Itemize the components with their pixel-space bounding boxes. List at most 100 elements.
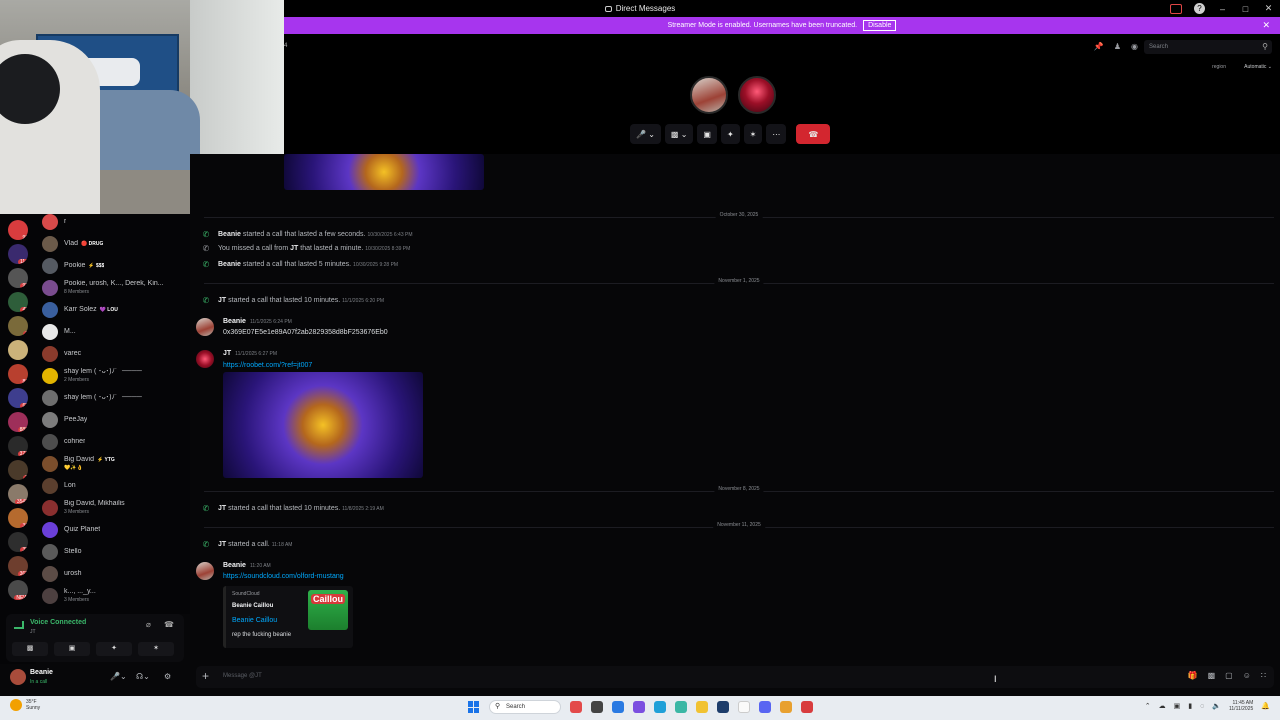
dm-item[interactable]: Karr Solez 💜 LOU <box>42 300 190 320</box>
upload-plus-icon[interactable]: + <box>202 669 209 683</box>
dm-item[interactable]: Lon <box>42 476 190 496</box>
disable-streamer-mode-button[interactable]: Disable <box>863 20 897 31</box>
discord-icon[interactable] <box>759 701 771 713</box>
dm-item[interactable]: cohner <box>42 432 190 452</box>
call-log-author[interactable]: JT <box>218 297 226 304</box>
network-icon[interactable]: ☁ <box>1159 702 1166 710</box>
notepad-icon[interactable] <box>738 701 750 713</box>
call-log-author[interactable]: JT <box>218 541 226 548</box>
server-icon[interactable]: 86 <box>8 364 28 384</box>
user-profile-icon[interactable]: ◉ <box>1131 42 1138 51</box>
wifi-icon[interactable]: ◌ <box>1200 703 1204 710</box>
volume-icon[interactable]: 🔈 <box>1212 702 1221 710</box>
dm-item[interactable]: Pookie, urosh, K..., Derek, Kin... 8 Memb… <box>42 278 190 298</box>
server-icon[interactable]: 43 <box>8 292 28 312</box>
minimize-button[interactable]: – <box>1211 4 1234 14</box>
banner-close-icon[interactable]: ✕ <box>1262 20 1270 31</box>
app-icon[interactable] <box>570 701 582 713</box>
avatar[interactable] <box>10 669 26 685</box>
display-icon[interactable]: ▣ <box>1174 702 1181 710</box>
call-participant-beanie-avatar[interactable] <box>690 76 728 114</box>
sticker-icon[interactable]: ▢ <box>1225 671 1233 680</box>
dm-item[interactable]: varec <box>42 344 190 364</box>
inbox-icon[interactable] <box>1170 3 1182 14</box>
camera-button[interactable]: ▩ ⌄ <box>664 124 694 144</box>
image-attachment[interactable] <box>223 372 423 478</box>
embed-title[interactable]: Beanie Caillou <box>232 617 277 624</box>
app-icon[interactable] <box>717 701 729 713</box>
author-name[interactable]: Beanie <box>223 562 246 569</box>
server-icon[interactable]: 90 <box>8 220 28 240</box>
soundboard-button[interactable]: ✶ <box>743 124 763 144</box>
more-options-button[interactable]: ⋯ <box>766 124 787 144</box>
apps-icon[interactable]: ∷ <box>1261 671 1266 680</box>
server-icon[interactable]: 889 <box>8 412 28 432</box>
dm-item[interactable]: Vlad 🔴 DRUG <box>42 234 190 254</box>
call-log-author[interactable]: Beanie <box>218 261 241 268</box>
teams-icon[interactable] <box>633 701 645 713</box>
emoji-icon[interactable]: ☺ <box>1243 671 1251 680</box>
server-icon[interactable]: 377 <box>8 436 28 456</box>
chevron-up-icon[interactable]: ⌃ <box>1145 702 1151 710</box>
search-input[interactable]: Search ⚲ <box>1144 40 1272 54</box>
dm-item[interactable]: Pookie ⚡ $$$ <box>42 256 190 276</box>
call-log-author[interactable]: Beanie <box>218 231 241 238</box>
message-link[interactable]: https://roobet.com/?ref=jt007 <box>223 362 312 369</box>
task-view-icon[interactable] <box>591 701 603 713</box>
chrome-icon[interactable] <box>780 701 792 713</box>
server-icon[interactable]: 2 <box>8 460 28 480</box>
dm-item[interactable]: shay lem ( ･ᴗ･)ﾉ゛──── 2 Members <box>42 366 190 386</box>
clock[interactable]: 11:45 AM 11/11/2025 <box>1229 700 1253 712</box>
server-icon[interactable] <box>8 340 28 360</box>
dm-item[interactable]: Stello <box>42 542 190 562</box>
dm-item[interactable]: Big David ⚡ YTG 💛✨👌 <box>42 454 190 474</box>
disconnect-call-button[interactable]: ☎ <box>796 124 831 144</box>
call-log-author[interactable]: JT <box>290 245 298 252</box>
avatar[interactable] <box>196 562 214 580</box>
server-icon[interactable]: 3545 <box>8 484 28 504</box>
file-explorer-icon[interactable] <box>696 701 708 713</box>
server-icon[interactable]: 93 <box>8 268 28 288</box>
embed-thumbnail[interactable]: Caillou <box>308 590 348 630</box>
add-friends-icon[interactable]: ♟ <box>1114 42 1121 51</box>
author-name[interactable]: JT <box>223 350 231 357</box>
edge-icon[interactable] <box>612 701 624 713</box>
avatar[interactable] <box>196 318 214 336</box>
microphone-icon[interactable]: 🎤⌄ <box>110 672 127 681</box>
call-log-author[interactable]: JT <box>218 505 226 512</box>
dm-item[interactable]: urosh <box>42 564 190 584</box>
notifications-icon[interactable]: 🔔 <box>1261 702 1270 710</box>
dm-item[interactable]: r <box>42 214 190 232</box>
help-icon[interactable]: ? <box>1194 3 1205 14</box>
server-icon[interactable]: 1 <box>8 316 28 336</box>
disconnect-icon[interactable]: ☎ <box>164 620 174 629</box>
close-button[interactable]: ✕ <box>1257 3 1280 14</box>
avatar[interactable] <box>196 350 214 368</box>
pin-icon[interactable]: 📌 <box>1094 42 1104 51</box>
gif-icon[interactable]: ▩ <box>1208 671 1216 680</box>
message-input[interactable]: Message @JT <box>223 673 262 679</box>
call-participant-jt-avatar[interactable] <box>738 76 776 114</box>
server-icon[interactable]: 35 <box>8 532 28 552</box>
partial-image-attachment[interactable] <box>284 154 484 190</box>
server-icon[interactable]: 362 <box>8 556 28 576</box>
dm-item[interactable]: Quiz Planet <box>42 520 190 540</box>
dm-item[interactable]: shay lem ( ･ᴗ･)ﾉ゛──── <box>42 388 190 408</box>
windows-start-icon[interactable] <box>468 701 480 713</box>
region-select[interactable]: Automatic ⌄ <box>1244 64 1272 70</box>
dm-item[interactable]: Big David, Mikhailis 3 Members <box>42 498 190 518</box>
mute-button[interactable]: 🎤 ⌄ <box>630 124 661 144</box>
weather-widget[interactable]: 35°F Sunny <box>10 699 40 711</box>
app-icon[interactable] <box>675 701 687 713</box>
server-icon[interactable]: 114 <box>8 244 28 264</box>
app-icon[interactable] <box>801 701 813 713</box>
message-link[interactable]: https://soundcloud.com/olford-mustang <box>223 573 344 580</box>
screen-share-button[interactable]: ▣ <box>697 124 717 144</box>
server-icon[interactable]: 63 <box>8 388 28 408</box>
dm-item[interactable]: k..., ..._y... 3 Members <box>42 586 190 606</box>
voice-status[interactable]: Voice Connected <box>30 619 86 626</box>
headphones-icon[interactable]: ☊⌄ <box>136 672 150 681</box>
dm-item[interactable]: M... <box>42 322 190 342</box>
server-icon[interactable]: 36 <box>8 508 28 528</box>
store-icon[interactable] <box>654 701 666 713</box>
